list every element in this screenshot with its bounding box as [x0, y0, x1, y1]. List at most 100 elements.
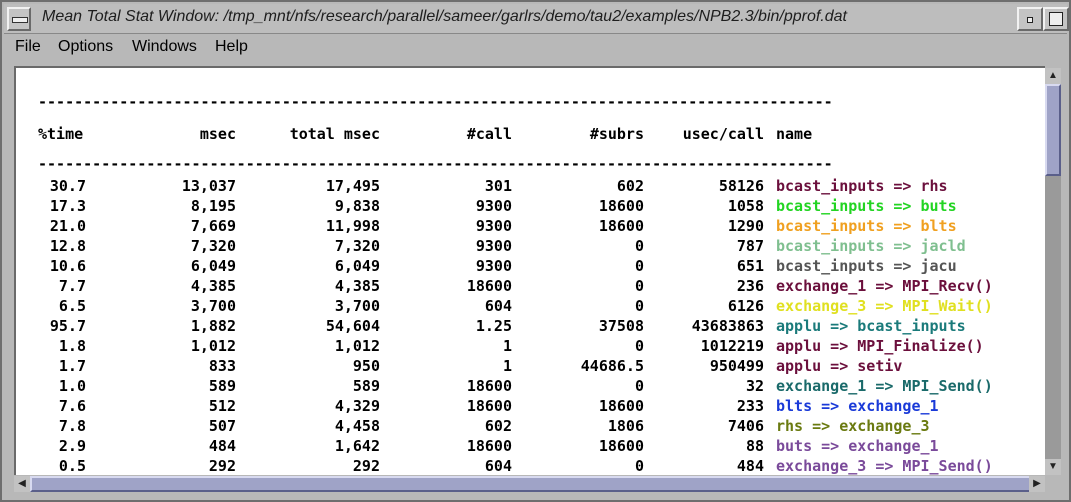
maximize-icon[interactable] [1043, 7, 1069, 31]
cell-subrs: 0 [634, 237, 644, 255]
cell-usec-call: 1012219 [700, 337, 764, 355]
cell-usec-call: 1290 [727, 217, 764, 235]
cell-msec: 292 [208, 457, 236, 475]
table-row: 1.8 1,012 1,012 1 0 1012219 applu => MPI_Final… [38, 336, 1045, 356]
vertical-scroll-thumb[interactable] [1045, 84, 1061, 176]
cell-name: buts => exchange_1 [776, 437, 939, 455]
cell-usec-call: 236 [736, 277, 764, 295]
cell-usec-call: 1058 [727, 197, 764, 215]
table-row: 17.3 8,195 9,838 9300 18600 1058 bcast_inputs … [38, 196, 1045, 216]
horizontal-scrollbar[interactable]: ◀ ▶ [14, 476, 1045, 492]
cell-time: 7.7 [58, 277, 86, 295]
table-row: 1.0 589 589 18600 0 32 exchange_1 => MPI_Send(… [38, 376, 1045, 396]
stats-text-area[interactable]: ----------------------------------------… [14, 66, 1045, 475]
cell-subrs: 0 [634, 257, 644, 275]
cell-usec-call: 32 [745, 377, 764, 395]
cell-usec-call: 233 [736, 397, 764, 415]
cell-subrs: 1806 [607, 417, 644, 435]
cell-call: 604 [484, 457, 512, 475]
cell-msec: 7,320 [190, 237, 236, 255]
cell-total-msec: 6,049 [334, 257, 380, 275]
cell-total-msec: 4,329 [334, 397, 380, 415]
cell-call: 1.25 [475, 317, 512, 335]
cell-usec-call: 651 [736, 257, 764, 275]
header-time: %time [38, 125, 84, 143]
cell-subrs: 0 [634, 377, 644, 395]
cell-subrs: 0 [634, 337, 644, 355]
arrow-left-icon[interactable]: ◀ [14, 476, 30, 492]
horizontal-scroll-thumb[interactable] [30, 476, 1038, 492]
window-menu-icon[interactable] [7, 7, 31, 31]
window-title: Mean Total Stat Window: /tmp_mnt/nfs/res… [42, 8, 847, 25]
cell-call: 18600 [466, 377, 512, 395]
cell-call: 301 [484, 177, 512, 195]
separator-top: ----------------------------------------… [38, 93, 833, 111]
header-subrs: #subrs [589, 125, 644, 143]
cell-total-msec: 3,700 [334, 297, 380, 315]
cell-time: 12.8 [49, 237, 86, 255]
cell-subrs: 602 [616, 177, 644, 195]
table-row: 7.8 507 4,458 602 1806 7406 rhs => exchange_3 [38, 416, 1045, 436]
menu-file[interactable]: File [15, 38, 41, 56]
cell-name: exchange_3 => MPI_Send() [776, 457, 993, 475]
cell-msec: 833 [208, 357, 236, 375]
cell-usec-call: 6126 [727, 297, 764, 315]
cell-total-msec: 292 [352, 457, 380, 475]
cell-msec: 1,882 [190, 317, 236, 335]
cell-name: bcast_inputs => rhs [776, 177, 948, 195]
cell-subrs: 0 [634, 457, 644, 475]
table-row: 2.9 484 1,642 18600 18600 88 buts => exchange_… [38, 436, 1045, 456]
menu-help[interactable]: Help [215, 38, 248, 56]
title-bar[interactable]: Mean Total Stat Window: /tmp_mnt/nfs/res… [4, 4, 1069, 34]
cell-time: 1.8 [58, 337, 86, 355]
cell-usec-call: 7406 [727, 417, 764, 435]
table-row: 1.7 833 950 1 44686.5 950499 applu => setiv [38, 356, 1045, 376]
cell-time: 1.7 [58, 357, 86, 375]
cell-time: 1.0 [58, 377, 86, 395]
cell-usec-call: 58126 [718, 177, 764, 195]
cell-total-msec: 1,012 [334, 337, 380, 355]
table-row: 12.8 7,320 7,320 9300 0 787 bcast_inputs => ja… [38, 236, 1045, 256]
cell-name: bcast_inputs => jacld [776, 237, 966, 255]
cell-time: 95.7 [49, 317, 86, 335]
arrow-down-icon[interactable]: ▼ [1045, 459, 1061, 475]
cell-msec: 507 [208, 417, 236, 435]
cell-usec-call: 950499 [709, 357, 764, 375]
separator-header: ----------------------------------------… [38, 155, 833, 173]
cell-msec: 6,049 [190, 257, 236, 275]
table-row: 30.7 13,037 17,495 301 602 58126 bcast_inputs … [38, 176, 1045, 196]
menu-windows[interactable]: Windows [132, 38, 197, 56]
header-total-msec: total msec [289, 125, 380, 143]
cell-call: 604 [484, 297, 512, 315]
cell-time: 21.0 [49, 217, 86, 235]
cell-time: 7.8 [58, 417, 86, 435]
cell-msec: 13,037 [181, 177, 236, 195]
cell-msec: 512 [208, 397, 236, 415]
cell-total-msec: 950 [352, 357, 380, 375]
cell-total-msec: 9,838 [334, 197, 380, 215]
cell-total-msec: 4,458 [334, 417, 380, 435]
cell-msec: 1,012 [190, 337, 236, 355]
minimize-icon[interactable] [1017, 7, 1043, 31]
cell-subrs: 0 [634, 297, 644, 315]
cell-usec-call: 88 [745, 437, 764, 455]
vertical-scrollbar[interactable]: ▲ ▼ [1045, 68, 1061, 475]
cell-name: bcast_inputs => blts [776, 217, 957, 235]
arrow-right-icon[interactable]: ▶ [1029, 476, 1045, 492]
cell-total-msec: 4,385 [334, 277, 380, 295]
cell-total-msec: 17,495 [325, 177, 380, 195]
cell-name: bcast_inputs => jacu [776, 257, 957, 275]
menu-options[interactable]: Options [58, 38, 113, 56]
table-row: 7.7 4,385 4,385 18600 0 236 exchange_1 => MPI_… [38, 276, 1045, 296]
cell-name: applu => setiv [776, 357, 903, 375]
cell-subrs: 44686.5 [580, 357, 644, 375]
arrow-up-icon[interactable]: ▲ [1045, 68, 1061, 84]
table-row: 7.6 512 4,329 18600 18600 233 blts => exchange… [38, 396, 1045, 416]
cell-call: 9300 [475, 197, 512, 215]
cell-name: applu => MPI_Finalize() [776, 337, 984, 355]
cell-name: applu => bcast_inputs [776, 317, 966, 335]
cell-call: 9300 [475, 217, 512, 235]
header-call: #call [466, 125, 512, 143]
cell-call: 602 [484, 417, 512, 435]
cell-call: 18600 [466, 277, 512, 295]
